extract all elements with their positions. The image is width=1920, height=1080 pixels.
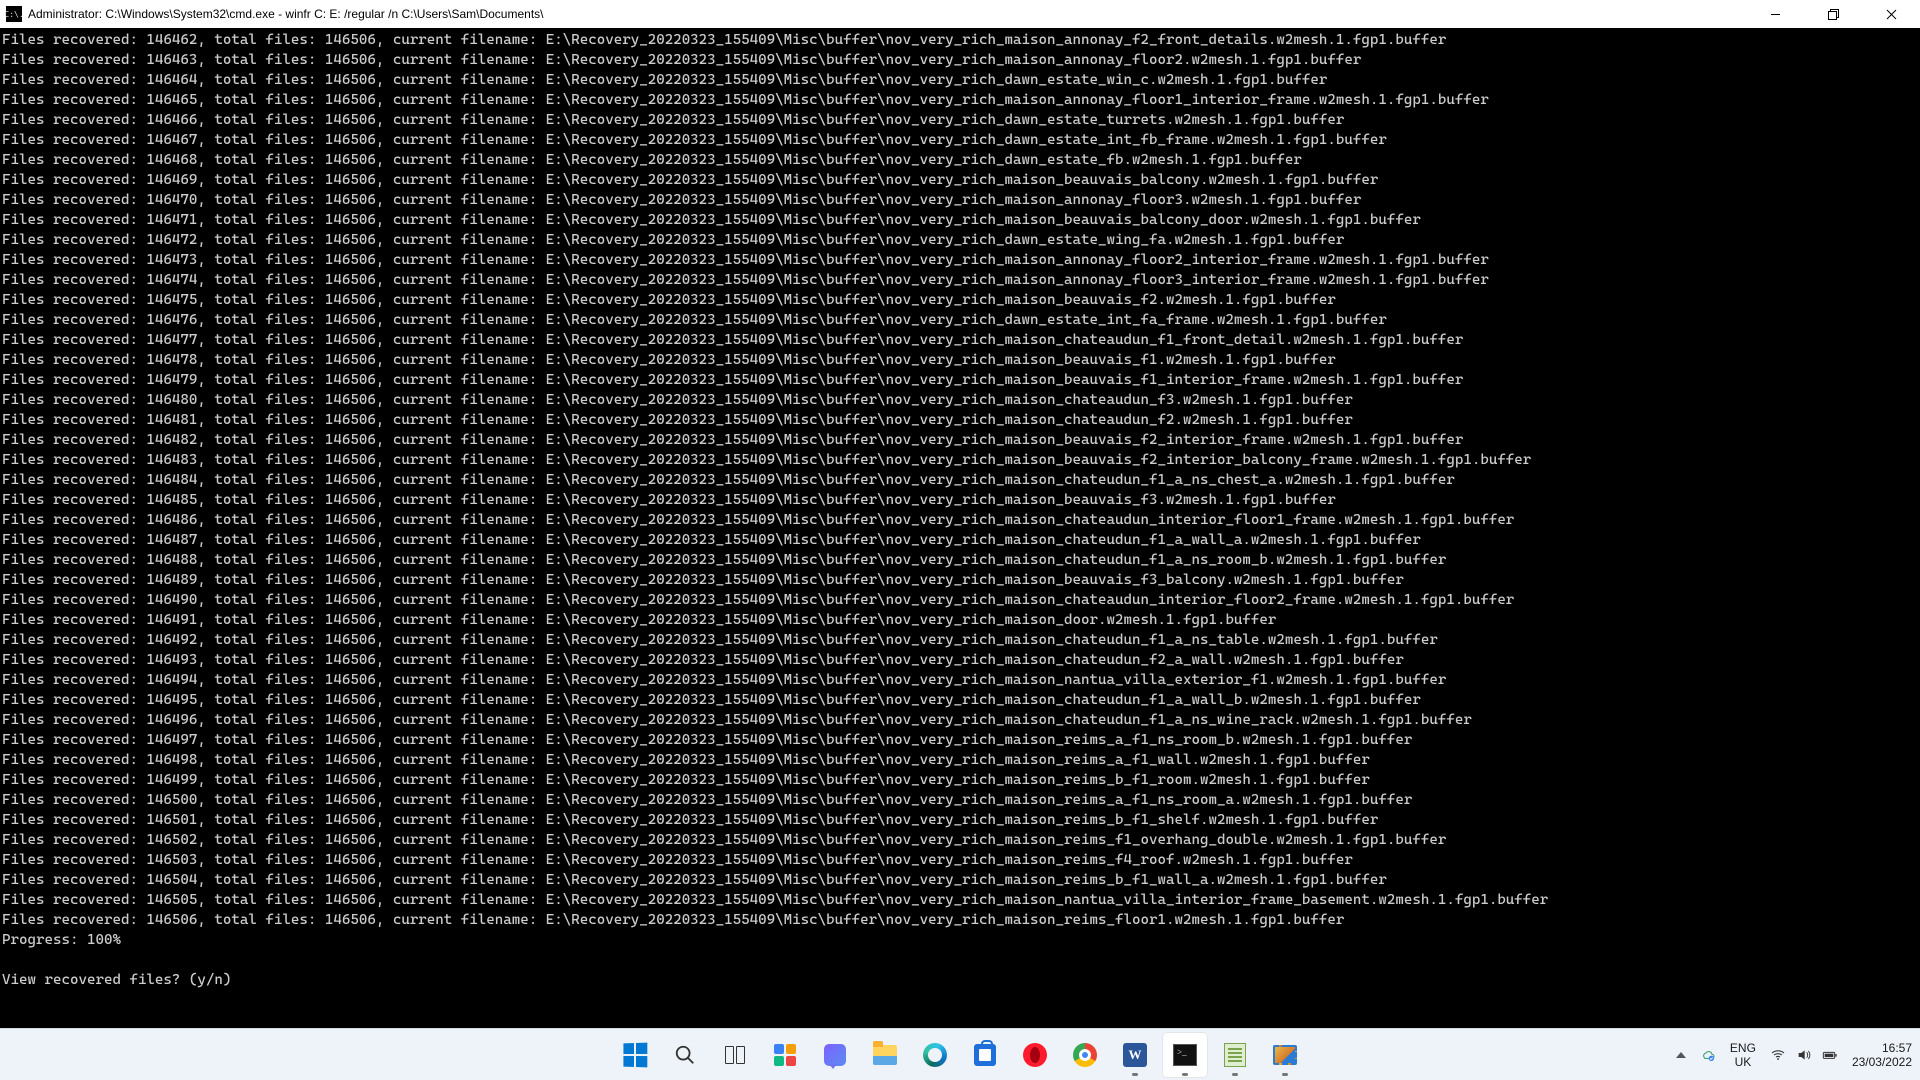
word-button[interactable]: W: [1113, 1033, 1157, 1077]
wifi-icon[interactable]: [1770, 1047, 1786, 1063]
clock[interactable]: 16:57 23/03/2022: [1852, 1041, 1912, 1069]
chrome-button[interactable]: [1063, 1033, 1107, 1077]
volume-icon[interactable]: [1796, 1047, 1812, 1063]
cmd-icon: C:\.: [6, 6, 22, 22]
snipping-tool-button[interactable]: [1263, 1033, 1307, 1077]
window-title: Administrator: C:\Windows\System32\cmd.e…: [28, 7, 1746, 21]
notepadpp-button[interactable]: [1213, 1033, 1257, 1077]
language-indicator[interactable]: ENG UK: [1730, 1041, 1756, 1069]
language-bottom: UK: [1730, 1055, 1756, 1069]
console-output[interactable]: Files recovered: 146462, total files: 14…: [0, 28, 1920, 1030]
file-explorer-button[interactable]: [863, 1033, 907, 1077]
opera-button[interactable]: [1013, 1033, 1057, 1077]
store-button[interactable]: [963, 1033, 1007, 1077]
chat-button[interactable]: [813, 1033, 857, 1077]
maximize-button[interactable]: [1804, 0, 1862, 28]
clock-date: 23/03/2022: [1852, 1055, 1912, 1069]
tray-overflow-button[interactable]: [1676, 1052, 1686, 1058]
cmd-button[interactable]: [1163, 1033, 1207, 1077]
titlebar[interactable]: C:\. Administrator: C:\Windows\System32\…: [0, 0, 1920, 28]
language-top: ENG: [1730, 1041, 1756, 1055]
minimize-button[interactable]: [1746, 0, 1804, 28]
search-button[interactable]: [663, 1033, 707, 1077]
edge-button[interactable]: [913, 1033, 957, 1077]
start-button[interactable]: [613, 1033, 657, 1077]
taskbar: W ENG UK 16:57 23/03/2022: [0, 1028, 1920, 1080]
clock-time: 16:57: [1852, 1041, 1912, 1055]
close-button[interactable]: [1862, 0, 1920, 28]
battery-icon[interactable]: [1822, 1047, 1838, 1063]
widgets-button[interactable]: [763, 1033, 807, 1077]
cmd-window: C:\. Administrator: C:\Windows\System32\…: [0, 0, 1920, 1030]
onedrive-icon[interactable]: [1700, 1047, 1716, 1063]
task-view-button[interactable]: [713, 1033, 757, 1077]
